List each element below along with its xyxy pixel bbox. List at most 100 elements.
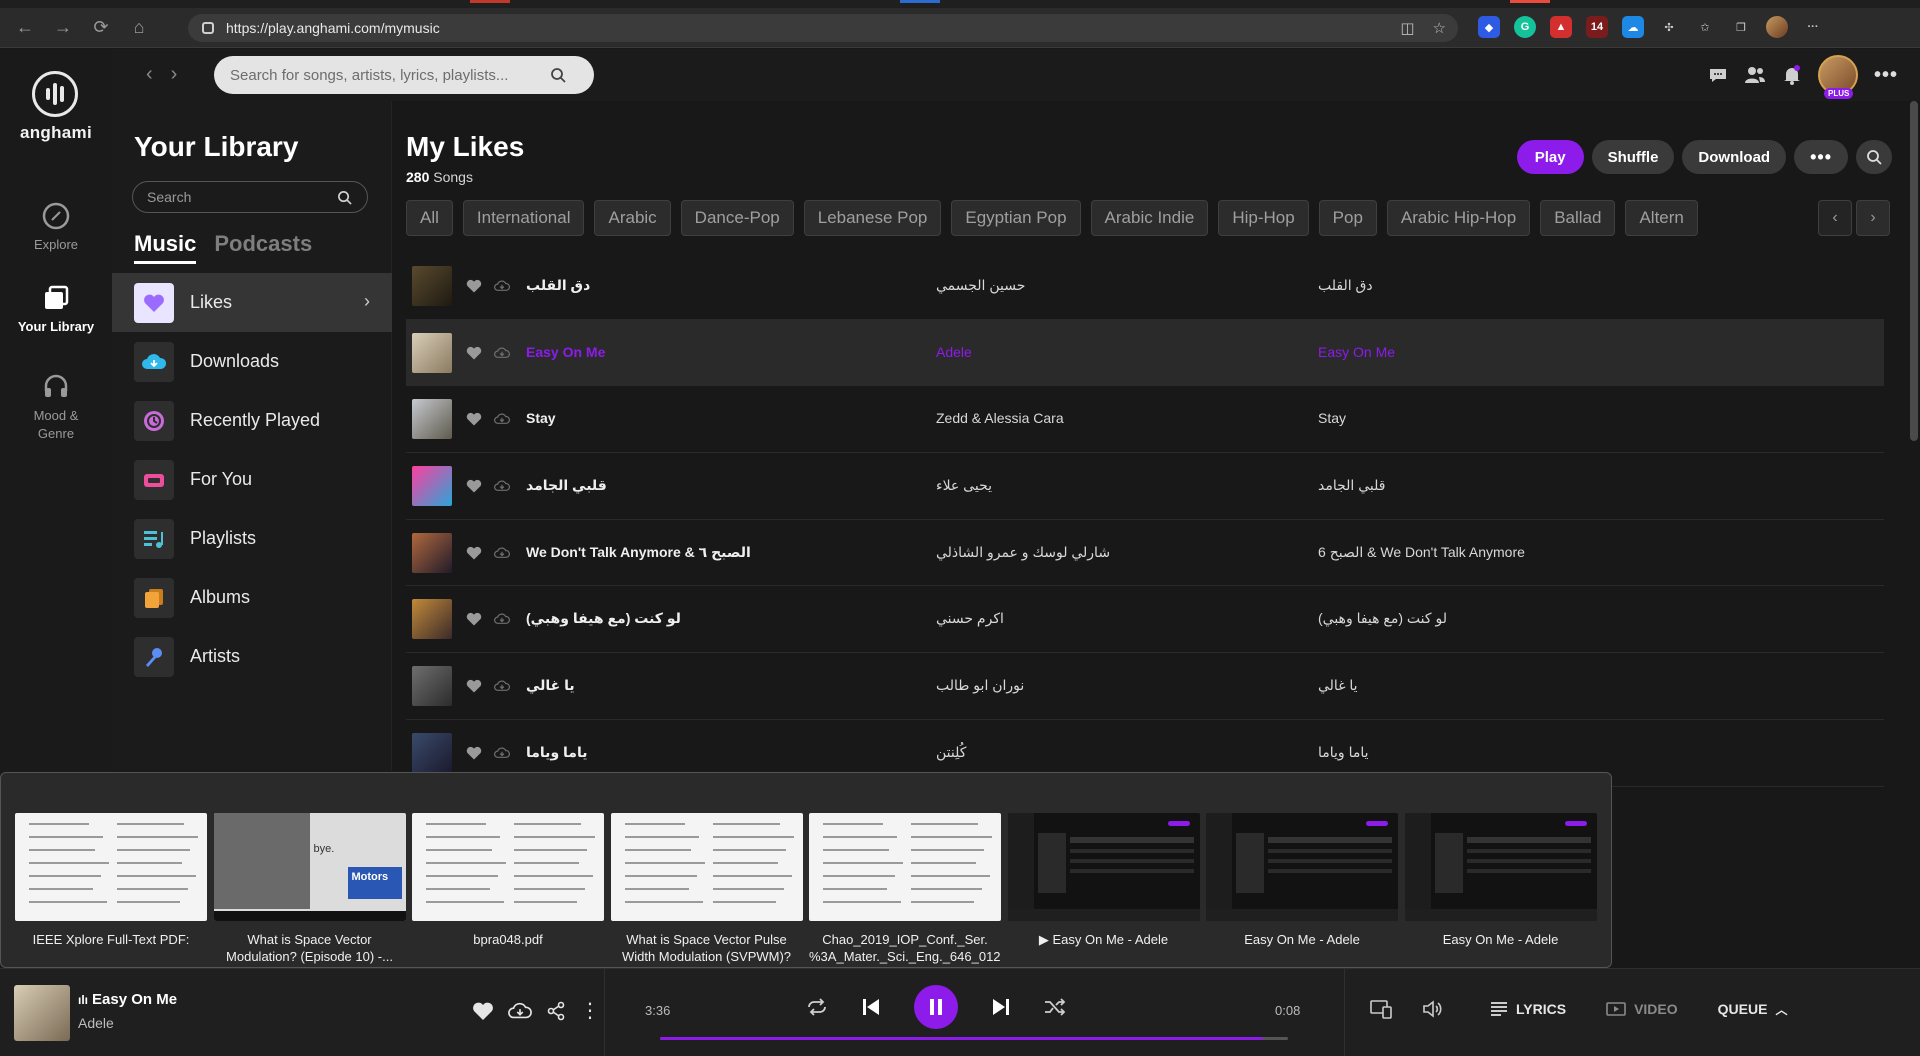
browser-forward-icon[interactable]: → (50, 15, 76, 41)
chat-icon[interactable] (1708, 65, 1728, 85)
heart-icon[interactable] (466, 745, 482, 761)
devices-icon[interactable] (1370, 999, 1392, 1019)
track-title[interactable]: لو كنت (مع هيفا وهبي) (526, 610, 681, 627)
library-search-icon[interactable] (337, 190, 352, 205)
track-artwork[interactable] (412, 332, 452, 373)
track-album[interactable]: لو كنت (مع هيفا وهبي) (1318, 610, 1447, 627)
queue-button[interactable]: QUEUE ︿ (1718, 1001, 1788, 1018)
browser-menu-icon[interactable]: ··· (1802, 16, 1824, 38)
lyrics-button[interactable]: LYRICS (1490, 1001, 1566, 1017)
track-row[interactable]: We Don't Talk Anymore & الصبح ٦ شارلي لوس… (406, 520, 1884, 587)
rail-item-your-library[interactable]: Your Library (0, 283, 112, 334)
track-artwork[interactable] (412, 265, 452, 306)
now-playing-title[interactable]: ılı Easy On Me (78, 991, 177, 1008)
pause-button[interactable] (914, 985, 958, 1029)
library-search-input[interactable] (147, 189, 337, 205)
heart-icon[interactable] (466, 545, 482, 561)
collections-icon[interactable]: ❐ (1730, 16, 1752, 38)
grammarly-icon[interactable]: G (1514, 16, 1536, 38)
genre-chip[interactable]: All (406, 200, 453, 236)
heart-icon[interactable] (466, 345, 482, 361)
library-item-for-you[interactable]: For You (112, 450, 392, 509)
genre-chip[interactable]: Arabic (594, 200, 671, 236)
cloud-download-icon[interactable] (494, 611, 510, 627)
track-artist[interactable]: اكرم حسني (936, 610, 1004, 627)
track-album[interactable]: Easy On Me (1318, 344, 1395, 360)
track-album[interactable]: يا غالي (1318, 677, 1358, 694)
track-title[interactable]: قلبي الجامد (526, 477, 607, 494)
global-search[interactable] (214, 56, 594, 94)
chips-scroll-left-icon[interactable]: ‹ (1818, 200, 1852, 236)
repeat-icon[interactable] (806, 998, 828, 1016)
track-artwork[interactable] (412, 732, 452, 773)
favorites-icon[interactable]: ✩ (1694, 16, 1716, 38)
browser-refresh-icon[interactable]: ⟳ (88, 15, 114, 41)
track-title[interactable]: Stay (526, 410, 556, 426)
track-title[interactable]: دق القلب (526, 277, 590, 294)
track-artist[interactable]: كُلِنتن (936, 744, 966, 761)
extension-badge-icon[interactable]: 14 (1586, 16, 1608, 38)
genre-chip[interactable]: Altern (1625, 200, 1698, 236)
window-thumbnail[interactable]: ▶ Easy On Me - Adele (1007, 813, 1200, 965)
library-item-likes[interactable]: Likes › (112, 273, 392, 332)
cloud-download-icon[interactable] (494, 478, 510, 494)
address-bar[interactable]: https://play.anghami.com/mymusic ◫ ☆ (188, 14, 1458, 42)
now-playing-artist[interactable]: Adele (78, 1015, 114, 1031)
track-title[interactable]: Easy On Me (526, 344, 605, 360)
next-track-icon[interactable] (992, 997, 1010, 1017)
track-artwork[interactable] (412, 465, 452, 506)
genre-chip[interactable]: Arabic Indie (1090, 200, 1209, 236)
window-thumbnail[interactable]: What is Space Vector Pulse Width Modulat… (610, 813, 803, 965)
track-title[interactable]: We Don't Talk Anymore & الصبح ٦ (526, 544, 751, 561)
library-item-albums[interactable]: Albums (112, 568, 392, 627)
like-heart-icon[interactable] (472, 1001, 494, 1021)
track-row[interactable]: يا غالي نوران ابو طالب يا غالي (406, 653, 1884, 720)
cloud-download-icon[interactable] (494, 745, 510, 761)
people-icon[interactable] (1744, 65, 1766, 85)
track-title[interactable]: يا غالي (526, 677, 575, 694)
genre-chip[interactable]: Hip-Hop (1218, 200, 1309, 236)
genre-chip[interactable]: Dance-Pop (680, 200, 794, 236)
extension-icon[interactable]: ◆ (1478, 16, 1500, 38)
volume-icon[interactable] (1422, 999, 1444, 1019)
library-item-playlists[interactable]: Playlists (112, 509, 392, 568)
track-row[interactable]: Easy On Me Adele Easy On Me (406, 319, 1884, 387)
share-icon[interactable] (546, 1001, 566, 1021)
heart-icon[interactable] (466, 611, 482, 627)
cloud-extension-icon[interactable]: ☁ (1622, 16, 1644, 38)
track-artwork[interactable] (412, 665, 452, 706)
chips-scroll-right-icon[interactable]: › (1856, 200, 1890, 236)
cloud-download-icon[interactable] (494, 278, 510, 294)
more-menu-icon[interactable]: ••• (1874, 64, 1898, 87)
cloud-download-icon[interactable] (494, 411, 510, 427)
video-button[interactable]: VIDEO (1606, 1001, 1678, 1017)
browser-back-icon[interactable]: ← (12, 15, 38, 41)
cloud-download-icon[interactable] (494, 345, 510, 361)
rail-item-explore[interactable]: Explore (0, 201, 112, 252)
app-forward-icon[interactable]: › (171, 63, 178, 86)
track-row[interactable]: لو كنت (مع هيفا وهبي) اكرم حسني لو كنت (مع… (406, 586, 1884, 654)
track-row[interactable]: Stay Zedd & Alessia Cara Stay (406, 386, 1884, 454)
track-artist[interactable]: نوران ابو طالب (936, 677, 1024, 694)
more-options-button[interactable]: ••• (1794, 140, 1848, 174)
track-album[interactable]: دق القلب (1318, 277, 1373, 294)
track-album[interactable]: قلبي الجامد (1318, 477, 1385, 494)
add-favorite-icon[interactable]: ☆ (1433, 19, 1446, 37)
window-thumbnail[interactable]: bpra048.pdf (412, 813, 604, 965)
track-title[interactable]: ياما وياما (526, 744, 587, 761)
global-search-input[interactable] (230, 66, 550, 84)
library-item-recently-played[interactable]: Recently Played (112, 391, 392, 450)
browser-profile-avatar[interactable] (1766, 16, 1788, 38)
window-thumbnail[interactable]: Easy On Me - Adele (1404, 813, 1597, 965)
genre-chip[interactable]: Pop (1318, 200, 1377, 236)
window-thumbnail[interactable]: Easy On Me - Adele (1206, 813, 1398, 965)
browser-home-icon[interactable]: ⌂ (126, 15, 152, 41)
tab-podcasts[interactable]: Podcasts (214, 231, 312, 264)
progress-bar[interactable] (660, 1037, 1288, 1040)
track-album[interactable]: Stay (1318, 410, 1346, 426)
track-artist[interactable]: يحيى علاء (936, 477, 992, 494)
heart-icon[interactable] (466, 278, 482, 294)
pdf-extension-icon[interactable]: ▲ (1550, 16, 1572, 38)
genre-chip[interactable]: Egyptian Pop (951, 200, 1081, 236)
shuffle-button[interactable]: Shuffle (1591, 140, 1675, 174)
